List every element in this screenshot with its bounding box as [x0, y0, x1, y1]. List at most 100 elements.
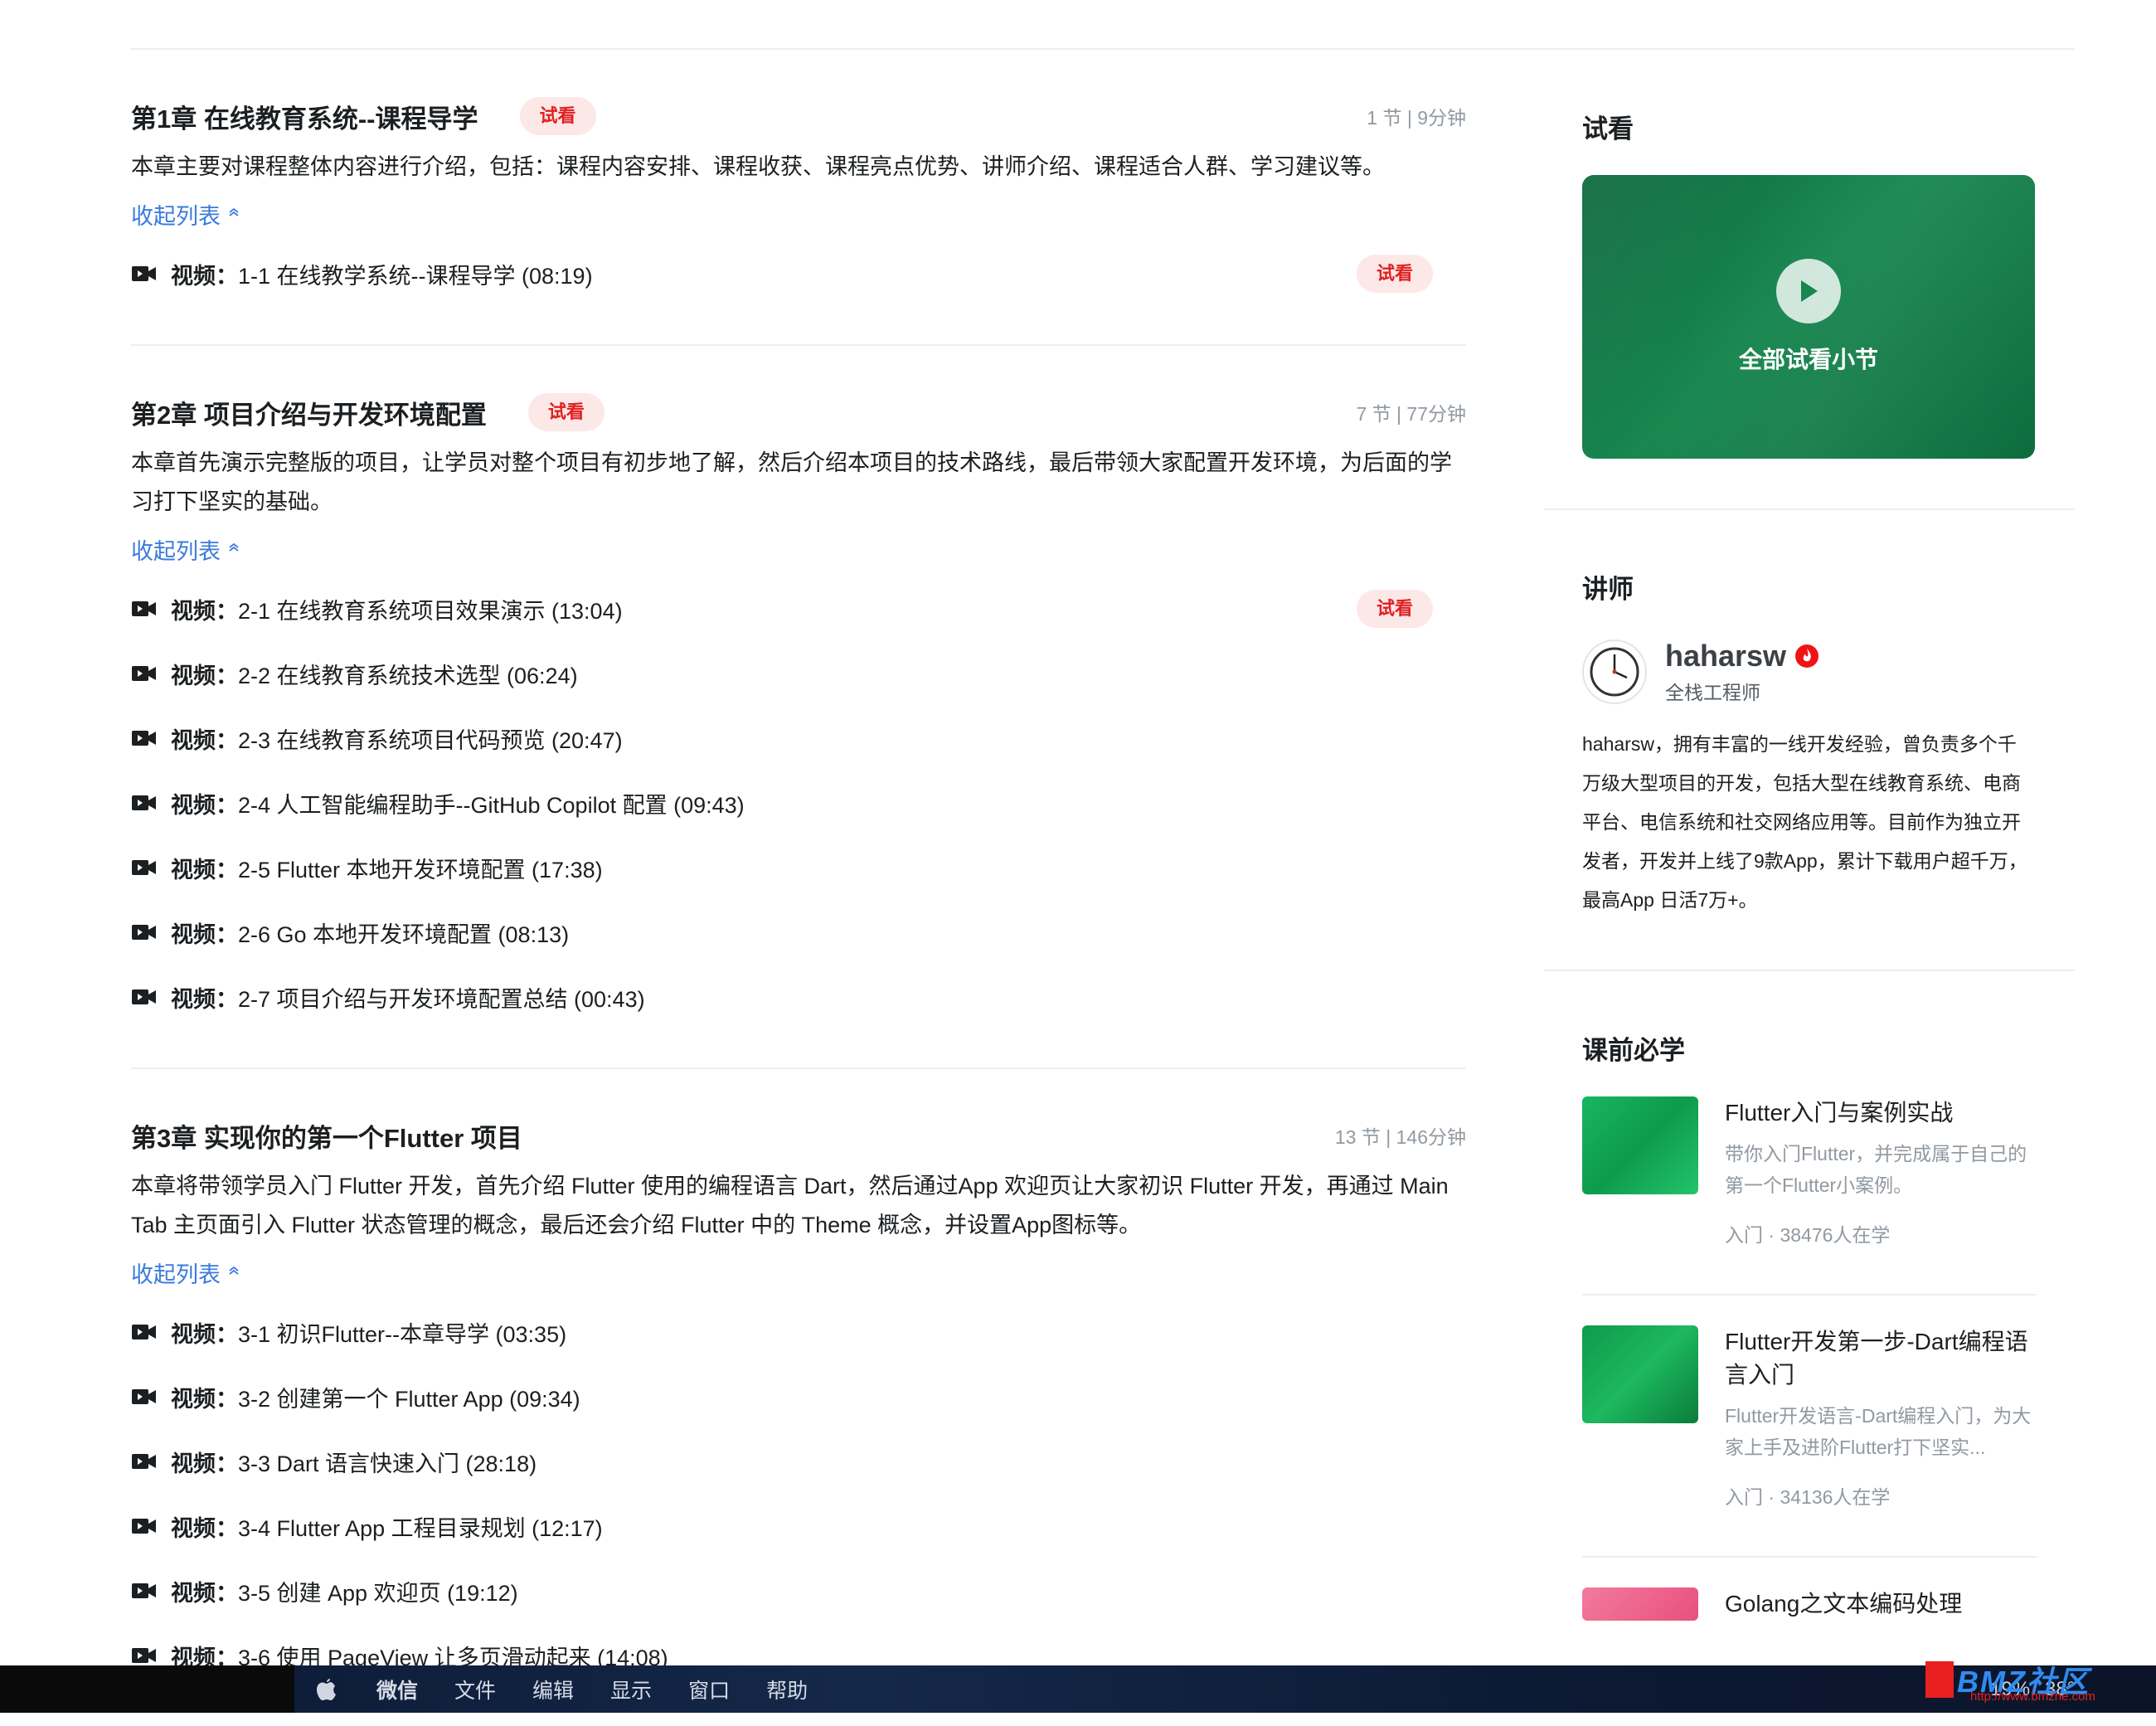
video-icon: [131, 600, 158, 618]
watermark-url: http://www.bmzhe.com: [1970, 1690, 2095, 1704]
lesson-title: 2-2 在线教育系统技术选型 (06:24): [238, 663, 578, 688]
video-icon: [131, 1388, 158, 1406]
teacher-bio: haharsw，拥有丰富的一线开发经验，曾负责多个千万级大型项目的开发，包括大型…: [1582, 733, 2027, 911]
chapter-desc: 本章主要对课程整体内容进行介绍，包括：课程内容安排、课程收获、课程亮点优势、讲师…: [131, 154, 1385, 179]
lesson-type: 视频：: [171, 727, 238, 753]
collapse-list-link[interactable]: 收起列表: [131, 197, 240, 231]
video-icon: [131, 1517, 158, 1535]
avatar[interactable]: [1582, 639, 1647, 704]
course-thumbnail[interactable]: [1582, 1587, 1698, 1621]
chapter-meta: 7 节 | 77分钟: [1356, 403, 1466, 425]
menu-help[interactable]: 帮助: [766, 1675, 808, 1704]
lesson-item[interactable]: 视频： 2-4 人工智能编程助手--GitHub Copilot 配置 (09:…: [131, 771, 1466, 835]
chapter-list: 第1章 在线教育系统--课程导学 试看 1 节 | 9分钟 本章主要对课程整体内…: [131, 50, 1466, 1726]
lesson-title: 1-1 在线教学系统--课程导学 (08:19): [238, 263, 593, 289]
lesson-type: 视频：: [171, 857, 238, 882]
collapse-label: 收起列表: [131, 538, 221, 564]
chevron-up-icon: [227, 1264, 240, 1281]
course-desc: Flutter开发语言-Dart编程入门，为大家上手及进阶Flutter打下坚实…: [1725, 1405, 2032, 1458]
course-thumbnail[interactable]: [1582, 1096, 1698, 1194]
video-icon: [131, 729, 158, 747]
lesson-type: 视频：: [171, 1451, 238, 1476]
course-body: Golang之文本编码处理: [1725, 1587, 2037, 1621]
chevron-up-icon: [227, 541, 240, 557]
lesson-type: 视频：: [171, 986, 238, 1012]
video-icon: [131, 988, 158, 1006]
course-meta: 入门 · 38476人在学: [1725, 1224, 1891, 1246]
chapter-3: 第3章 实现你的第一个Flutter 项目 13 节 | 146分钟 本章将带领…: [131, 1069, 1466, 1726]
course-body: Flutter入门与案例实战 带你入门Flutter，并完成属于自己的第一个Fl…: [1725, 1096, 2037, 1247]
menu-wechat[interactable]: 微信: [376, 1675, 418, 1704]
course-title[interactable]: Flutter开发第一步-Dart编程语言入门: [1725, 1325, 2037, 1392]
play-icon[interactable]: [1776, 259, 1841, 323]
lesson-item[interactable]: 视频： 2-5 Flutter 本地开发环境配置 (17:38): [131, 835, 1466, 900]
video-icon: [131, 265, 158, 283]
course-title[interactable]: Golang之文本编码处理: [1725, 1587, 2037, 1621]
chapter-header: 第3章 实现你的第一个Flutter 项目 13 节 | 146分钟: [131, 1111, 1466, 1160]
menu-view[interactable]: 显示: [610, 1675, 652, 1704]
lesson-type: 视频：: [171, 921, 238, 947]
teacher-section: 讲师 haharsw 全栈工程师 haharsw，拥有丰富的一线开发经验，曾负责…: [1544, 510, 2075, 971]
lesson-item[interactable]: 视频： 3-2 创建第一个 Flutter App (09:34): [131, 1364, 1466, 1429]
collapse-label: 收起列表: [131, 203, 221, 229]
lesson-item[interactable]: 视频： 2-1 在线教育系统项目效果演示 (13:04) 试看: [131, 576, 1466, 641]
menubar-items: 微信 文件 编辑 显示 窗口 帮助: [315, 1665, 808, 1713]
trial-section: 试看 全部试看小节: [1544, 50, 2075, 510]
lesson-list: 视频： 1-1 在线教学系统--课程导学 (08:19) 试看: [131, 241, 1466, 306]
collapse-list-link[interactable]: 收起列表: [131, 532, 240, 566]
lesson-item[interactable]: 视频： 2-6 Go 本地开发环境配置 (08:13): [131, 900, 1466, 965]
lesson-item[interactable]: 视频： 3-3 Dart 语言快速入门 (28:18): [131, 1429, 1466, 1494]
chapter-meta: 13 节 | 146分钟: [1334, 1126, 1466, 1148]
chapter-title[interactable]: 第2章 项目介绍与开发环境配置: [131, 394, 487, 431]
lesson-type: 视频：: [171, 598, 238, 624]
trial-button[interactable]: 试看: [1356, 255, 1433, 293]
lesson-type: 视频：: [171, 1580, 238, 1606]
watermark: BMZ社区 http://www.bmzhe.com: [1925, 1646, 2156, 1713]
lesson-title: 2-4 人工智能编程助手--GitHub Copilot 配置 (09:43): [238, 792, 745, 818]
lesson-title: 3-4 Flutter App 工程目录规划 (12:17): [238, 1515, 603, 1541]
lesson-item[interactable]: 视频： 2-7 项目介绍与开发环境配置总结 (00:43): [131, 965, 1466, 1029]
teacher-heading: 讲师: [1582, 575, 1634, 604]
chapter-title[interactable]: 第3章 实现你的第一个Flutter 项目: [131, 1117, 522, 1155]
course-desc: 带你入门Flutter，并完成属于自己的第一个Flutter小案例。: [1725, 1143, 2027, 1196]
trial-all-card[interactable]: 全部试看小节: [1582, 175, 2035, 459]
lesson-title: 3-3 Dart 语言快速入门 (28:18): [238, 1451, 537, 1476]
course-thumbnail[interactable]: [1582, 1325, 1698, 1423]
collapse-list-link[interactable]: 收起列表: [131, 1255, 240, 1290]
lesson-item[interactable]: 视频： 3-4 Flutter App 工程目录规划 (12:17): [131, 1494, 1466, 1558]
chapter-title[interactable]: 第1章 在线教育系统--课程导学: [131, 98, 478, 135]
lesson-type: 视频：: [171, 1321, 238, 1347]
trial-button[interactable]: 试看: [1356, 590, 1433, 628]
teacher-card[interactable]: haharsw 全栈工程师: [1582, 639, 2037, 705]
video-icon: [131, 794, 158, 812]
prereq-heading: 课前必学: [1582, 1036, 1685, 1065]
lesson-item[interactable]: 视频： 2-3 在线教育系统项目代码预览 (20:47): [131, 706, 1466, 771]
lesson-title: 3-1 初识Flutter--本章导学 (03:35): [238, 1321, 567, 1347]
lesson-title: 3-5 创建 App 欢迎页 (19:12): [238, 1580, 518, 1606]
apple-icon[interactable]: [315, 1677, 340, 1702]
teacher-name[interactable]: haharsw: [1665, 639, 1786, 673]
lesson-title: 2-7 项目介绍与开发环境配置总结 (00:43): [238, 986, 645, 1012]
sidebar: 试看 全部试看小节 讲师 haharsw 全栈工程师 haharsw，拥有丰富的…: [1544, 50, 2075, 1717]
prereq-section: 课前必学 Flutter入门与案例实战 带你入门Flutter，并完成属于自己的…: [1544, 971, 2075, 1717]
menu-edit[interactable]: 编辑: [532, 1675, 574, 1704]
chapter-desc: 本章将带领学员入门 Flutter 开发，首先介绍 Flutter 使用的编程语…: [131, 1174, 1449, 1237]
lesson-item[interactable]: 视频： 3-5 创建 App 欢迎页 (19:12): [131, 1558, 1466, 1623]
course-title[interactable]: Flutter入门与案例实战: [1725, 1096, 2037, 1130]
lesson-item[interactable]: 视频： 1-1 在线教学系统--课程导学 (08:19) 试看: [131, 241, 1466, 306]
lesson-item[interactable]: 视频： 2-2 在线教育系统技术选型 (06:24): [131, 641, 1466, 706]
lesson-item[interactable]: 视频： 3-1 初识Flutter--本章导学 (03:35): [131, 1300, 1466, 1364]
menu-file[interactable]: 文件: [454, 1675, 496, 1704]
lesson-list: 视频： 2-1 在线教育系统项目效果演示 (13:04) 试看 视频： 2-2 …: [131, 576, 1466, 1029]
video-icon: [131, 1452, 158, 1471]
chapter-header: 第1章 在线教育系统--课程导学 试看 1 节 | 9分钟: [131, 91, 1466, 141]
trial-tag: 试看: [519, 97, 596, 135]
video-icon: [131, 923, 158, 941]
teacher-role: 全栈工程师: [1665, 682, 1760, 703]
video-icon: [131, 1323, 158, 1341]
course-body: Flutter开发第一步-Dart编程语言入门 Flutter开发语言-Dart…: [1725, 1325, 2037, 1510]
course-card[interactable]: Flutter入门与案例实战 带你入门Flutter，并完成属于自己的第一个Fl…: [1582, 1067, 2037, 1296]
lesson-type: 视频：: [171, 792, 238, 818]
menu-window[interactable]: 窗口: [688, 1675, 730, 1704]
course-card[interactable]: Flutter开发第一步-Dart编程语言入门 Flutter开发语言-Dart…: [1582, 1296, 2037, 1558]
